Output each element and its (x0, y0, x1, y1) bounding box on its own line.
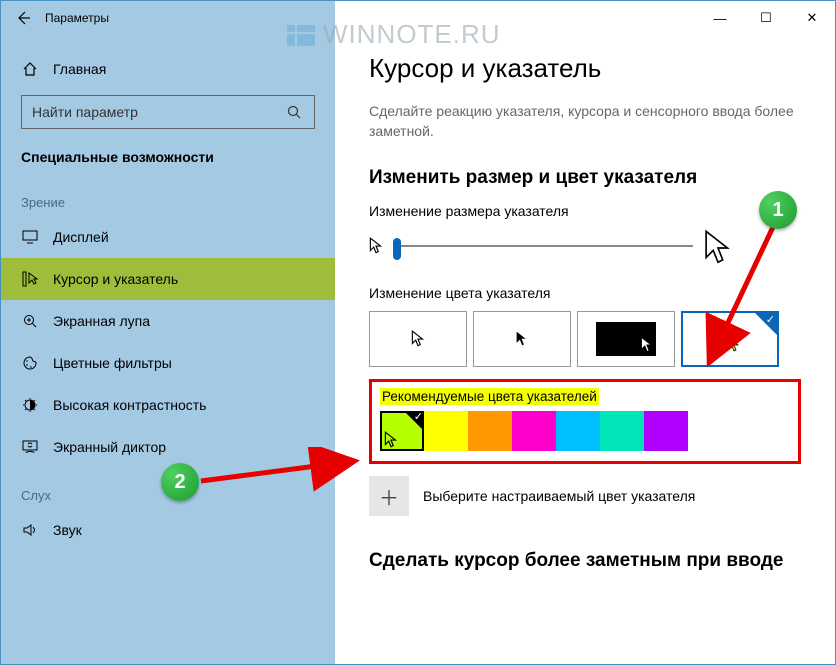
nav-narrator[interactable]: Экранный диктор (1, 426, 335, 468)
color-swatch[interactable] (468, 411, 512, 451)
narrator-icon (21, 439, 39, 455)
section-caret: Сделать курсор более заметным при вводе (369, 550, 801, 572)
pointer-size-slider[interactable] (393, 236, 693, 256)
cursor-preview-icon (384, 431, 398, 449)
nav-label: Курсор и указатель (53, 271, 178, 287)
section-size-color: Изменить размер и цвет указателя (369, 167, 801, 189)
color-swatch[interactable] (644, 411, 688, 451)
color-swatch[interactable] (556, 411, 600, 451)
titlebar: Параметры — ☐ ✕ (1, 1, 835, 35)
nav-label: Экранный диктор (53, 439, 166, 455)
nav-magnifier[interactable]: Экранная лупа (1, 300, 335, 342)
large-cursor-icon (703, 229, 737, 263)
home-label: Главная (53, 61, 106, 77)
nav-label: Дисплей (53, 229, 109, 245)
sidebar: Главная Специальные возможности Зрение Д… (1, 1, 335, 664)
home-link[interactable]: Главная (1, 51, 335, 87)
nav-color-filters[interactable]: Цветные фильтры (1, 342, 335, 384)
custom-color-label: Выберите настраиваемый цвет указателя (423, 488, 695, 504)
color-swatch[interactable] (424, 411, 468, 451)
magnifier-icon (21, 313, 39, 329)
color-swatch[interactable] (600, 411, 644, 451)
page-title: Курсор и указатель (369, 53, 801, 84)
palette-icon (21, 355, 39, 371)
category-title: Специальные возможности (1, 143, 335, 175)
color-label: Изменение цвета указателя (369, 285, 801, 301)
check-icon: ✓ (766, 313, 775, 326)
color-wheel-icon (716, 325, 744, 353)
nav-label: Звук (53, 522, 82, 538)
nav-sound[interactable]: Звук (1, 509, 335, 551)
search-box[interactable] (21, 95, 315, 129)
check-icon: ✓ (414, 410, 423, 423)
color-swatch[interactable] (512, 411, 556, 451)
nav-high-contrast[interactable]: Высокая контрастность (1, 384, 335, 426)
pointer-color-custom[interactable]: ✓ (681, 311, 779, 367)
size-label: Изменение размера указателя (369, 203, 801, 219)
recommended-colors-box: Рекомендуемые цвета указателей ✓ (369, 379, 801, 464)
group-vision: Зрение (1, 175, 335, 216)
search-input[interactable] (30, 103, 286, 121)
small-cursor-icon (369, 237, 383, 255)
recommended-title: Рекомендуемые цвета указателей (380, 388, 599, 405)
callout-2: 2 (161, 463, 199, 501)
add-custom-color-button[interactable]: ＋ (369, 476, 409, 516)
search-icon (286, 104, 306, 120)
callout-1: 1 (759, 191, 797, 229)
nav-label: Цветные фильтры (53, 355, 172, 371)
back-button[interactable] (1, 1, 45, 35)
display-icon (21, 230, 39, 244)
contrast-icon (21, 397, 39, 413)
minimize-button[interactable]: — (697, 1, 743, 35)
color-swatch[interactable]: ✓ (380, 411, 424, 451)
home-icon (21, 61, 39, 77)
nav-label: Высокая контрастность (53, 397, 206, 413)
pointer-color-white[interactable] (369, 311, 467, 367)
plus-icon: ＋ (379, 482, 399, 511)
nav-display[interactable]: Дисплей (1, 216, 335, 258)
content: Курсор и указатель Сделайте реакцию указ… (335, 1, 835, 664)
page-description: Сделайте реакцию указателя, курсора и се… (369, 102, 801, 141)
maximize-button[interactable]: ☐ (743, 1, 789, 35)
pointer-color-inverted[interactable] (577, 311, 675, 367)
nav-label: Экранная лупа (53, 313, 150, 329)
window-title: Параметры (45, 11, 109, 25)
cursor-icon (21, 271, 39, 287)
speaker-icon (21, 522, 39, 538)
nav-cursor-pointer[interactable]: Курсор и указатель (1, 258, 335, 300)
pointer-color-black[interactable] (473, 311, 571, 367)
close-button[interactable]: ✕ (789, 1, 835, 35)
